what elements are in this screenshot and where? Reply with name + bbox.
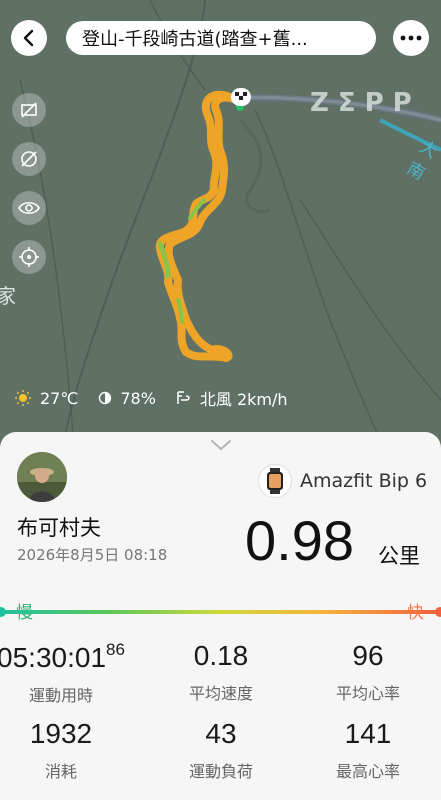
summary-panel: Amazfit Bip 6 布可村夫 2026年8月5日 08:18 0.98 …	[0, 432, 441, 800]
stat-max-heart-rate-value: 141	[344, 718, 392, 749]
locate-button[interactable]	[12, 240, 46, 274]
compass-off-icon	[21, 151, 37, 167]
stat-calories-label: 消耗	[44, 762, 77, 781]
map-brand-watermark: ZΣPP	[310, 88, 421, 118]
stat-calories-value: 1932	[29, 718, 93, 749]
stat-avg-heart-rate-value: 96	[352, 640, 384, 671]
eye-icon	[18, 201, 40, 215]
sun-icon	[14, 389, 32, 407]
map-view[interactable]: ZΣPP 大南 家 登山-千段崎古道(踏查+舊... 27℃ 78% 北風 2k…	[0, 0, 441, 460]
distance-value: 0.98	[245, 509, 354, 572]
weather-bar: 27℃ 78% 北風 2km/h	[14, 386, 308, 410]
device-name: Amazfit Bip 6	[300, 470, 428, 492]
compass-toggle-button[interactable]	[12, 142, 46, 176]
stat-training-load: 43 運動負荷	[146, 718, 296, 782]
stat-avg-speed: 0.18 平均速度	[146, 640, 296, 704]
humidity-item: 78%	[98, 389, 156, 408]
stat-avg-speed-label: 平均速度	[188, 684, 253, 703]
place-label: 家	[0, 284, 16, 308]
stat-training-load-value: 43	[205, 718, 237, 749]
distance-unit: 公里	[378, 544, 420, 568]
temperature-item: 27℃	[14, 389, 78, 408]
stat-duration-value: 05:30:01	[0, 642, 107, 673]
speed-gradient-bar	[0, 607, 441, 617]
wind-item: 北風 2km/h	[176, 386, 288, 410]
more-icon	[400, 35, 422, 41]
stat-duration-label: 運動用時	[28, 686, 93, 705]
view-toggle-button[interactable]	[12, 191, 46, 225]
stat-duration-hundredths: 86	[106, 640, 125, 659]
satellite-toggle-button[interactable]	[12, 93, 46, 127]
humidity-icon	[98, 391, 112, 405]
wind-value: 北風 2km/h	[199, 390, 288, 409]
activity-date: 2026年8月5日 08:18	[17, 546, 168, 564]
stat-avg-heart-rate-label: 平均心率	[335, 684, 400, 703]
more-button[interactable]	[393, 20, 429, 56]
chevron-left-icon	[23, 29, 34, 47]
stat-avg-speed-value: 0.18	[193, 640, 249, 671]
stat-calories: 1932 消耗	[0, 718, 136, 782]
stat-max-heart-rate: 141 最高心率	[293, 718, 441, 782]
stat-training-load-label: 運動負荷	[188, 762, 253, 781]
wind-icon	[176, 390, 192, 406]
stat-max-heart-rate-label: 最高心率	[335, 762, 400, 781]
temperature-value: 27℃	[40, 388, 79, 408]
chevron-down-icon[interactable]	[209, 438, 233, 452]
avatar[interactable]	[17, 452, 67, 502]
locate-icon	[19, 247, 39, 267]
watch-icon	[258, 464, 292, 498]
stat-duration: 05:30:0186 運動用時	[0, 640, 136, 706]
device-info: Amazfit Bip 6	[258, 464, 427, 498]
user-name: 布可村夫	[17, 516, 101, 540]
back-button[interactable]	[11, 20, 47, 56]
start-marker-icon	[231, 88, 251, 106]
humidity-value: 78%	[120, 388, 156, 408]
activity-title: 登山-千段崎古道(踏查+舊...	[66, 21, 376, 55]
stat-avg-heart-rate: 96 平均心率	[293, 640, 441, 704]
satellite-off-icon	[21, 102, 37, 118]
